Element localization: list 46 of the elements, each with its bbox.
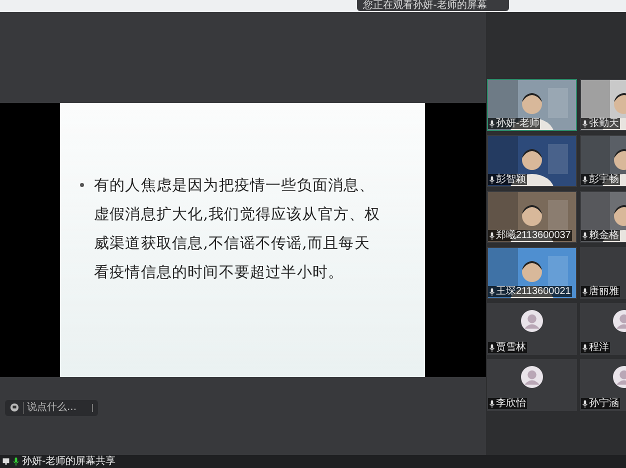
microphone-icon (582, 120, 588, 128)
video-tile[interactable]: 李欣怡 (487, 359, 577, 411)
microphone-icon (489, 288, 495, 296)
participant-name: 赖金格 (589, 230, 619, 241)
microphone-icon (12, 457, 20, 466)
avatar-icon (521, 366, 543, 388)
participant-name: 张勤天 (589, 118, 619, 129)
participant-name: 彭智颖 (496, 174, 526, 185)
video-tile[interactable]: 贾雪林 (487, 303, 577, 355)
video-tile[interactable]: 王琛2113600021 (487, 247, 577, 299)
participant-name: 王琛2113600021 (496, 286, 571, 297)
microphone-icon (582, 176, 588, 184)
video-tile[interactable]: 唐丽雅 (580, 247, 626, 299)
participant-name: 彭宇畅 (589, 174, 619, 185)
participant-name: 唐丽雅 (589, 286, 619, 297)
video-tile[interactable]: 张勤天 (580, 79, 626, 131)
microphone-icon (489, 400, 495, 408)
share-label: 孙妍-老师的屏幕共享 (22, 456, 116, 468)
video-tile[interactable]: 孙妍-老师 (487, 79, 577, 131)
participant-name: 程洋 (589, 342, 609, 353)
video-tile[interactable]: 赖金格 (580, 191, 626, 243)
bullet-icon (80, 183, 84, 187)
video-tile[interactable]: 彭智颖 (487, 135, 577, 187)
microphone-icon (489, 344, 495, 352)
avatar-icon (521, 310, 543, 332)
participant-name: 孙妍-老师 (496, 118, 540, 129)
video-tile[interactable]: 孙宁涵 (580, 359, 626, 411)
video-tile[interactable]: 彭宇畅 (580, 135, 626, 187)
chat-input[interactable]: 说点什么... (5, 400, 98, 416)
microphone-icon (582, 400, 588, 408)
microphone-icon (582, 288, 588, 296)
microphone-icon (489, 120, 495, 128)
video-tile[interactable]: 程洋 (580, 303, 626, 355)
slide-text: 有的人焦虑是因为把疫情一些负面消息、虚假消息扩大化,我们觉得应该从官方、权威渠道获取信息,不信谣不传谣,而且每天看疫情信息的时间不要超过半小时。 (94, 175, 381, 283)
chat-icon (10, 403, 19, 412)
microphone-icon (489, 176, 495, 184)
viewing-banner: 您正在观看孙妍-老师的屏幕 (357, 0, 509, 11)
screen-icon (2, 457, 10, 466)
participant-name: 贾雪林 (496, 342, 526, 353)
microphone-icon (582, 232, 588, 240)
microphone-icon (489, 232, 495, 240)
video-tile[interactable]: 郑曦2113600037 (487, 191, 577, 243)
participant-name: 孙宁涵 (589, 398, 619, 409)
participant-name: 李欣怡 (496, 398, 526, 409)
participant-name: 郑曦2113600037 (496, 230, 571, 241)
microphone-icon (582, 344, 588, 352)
